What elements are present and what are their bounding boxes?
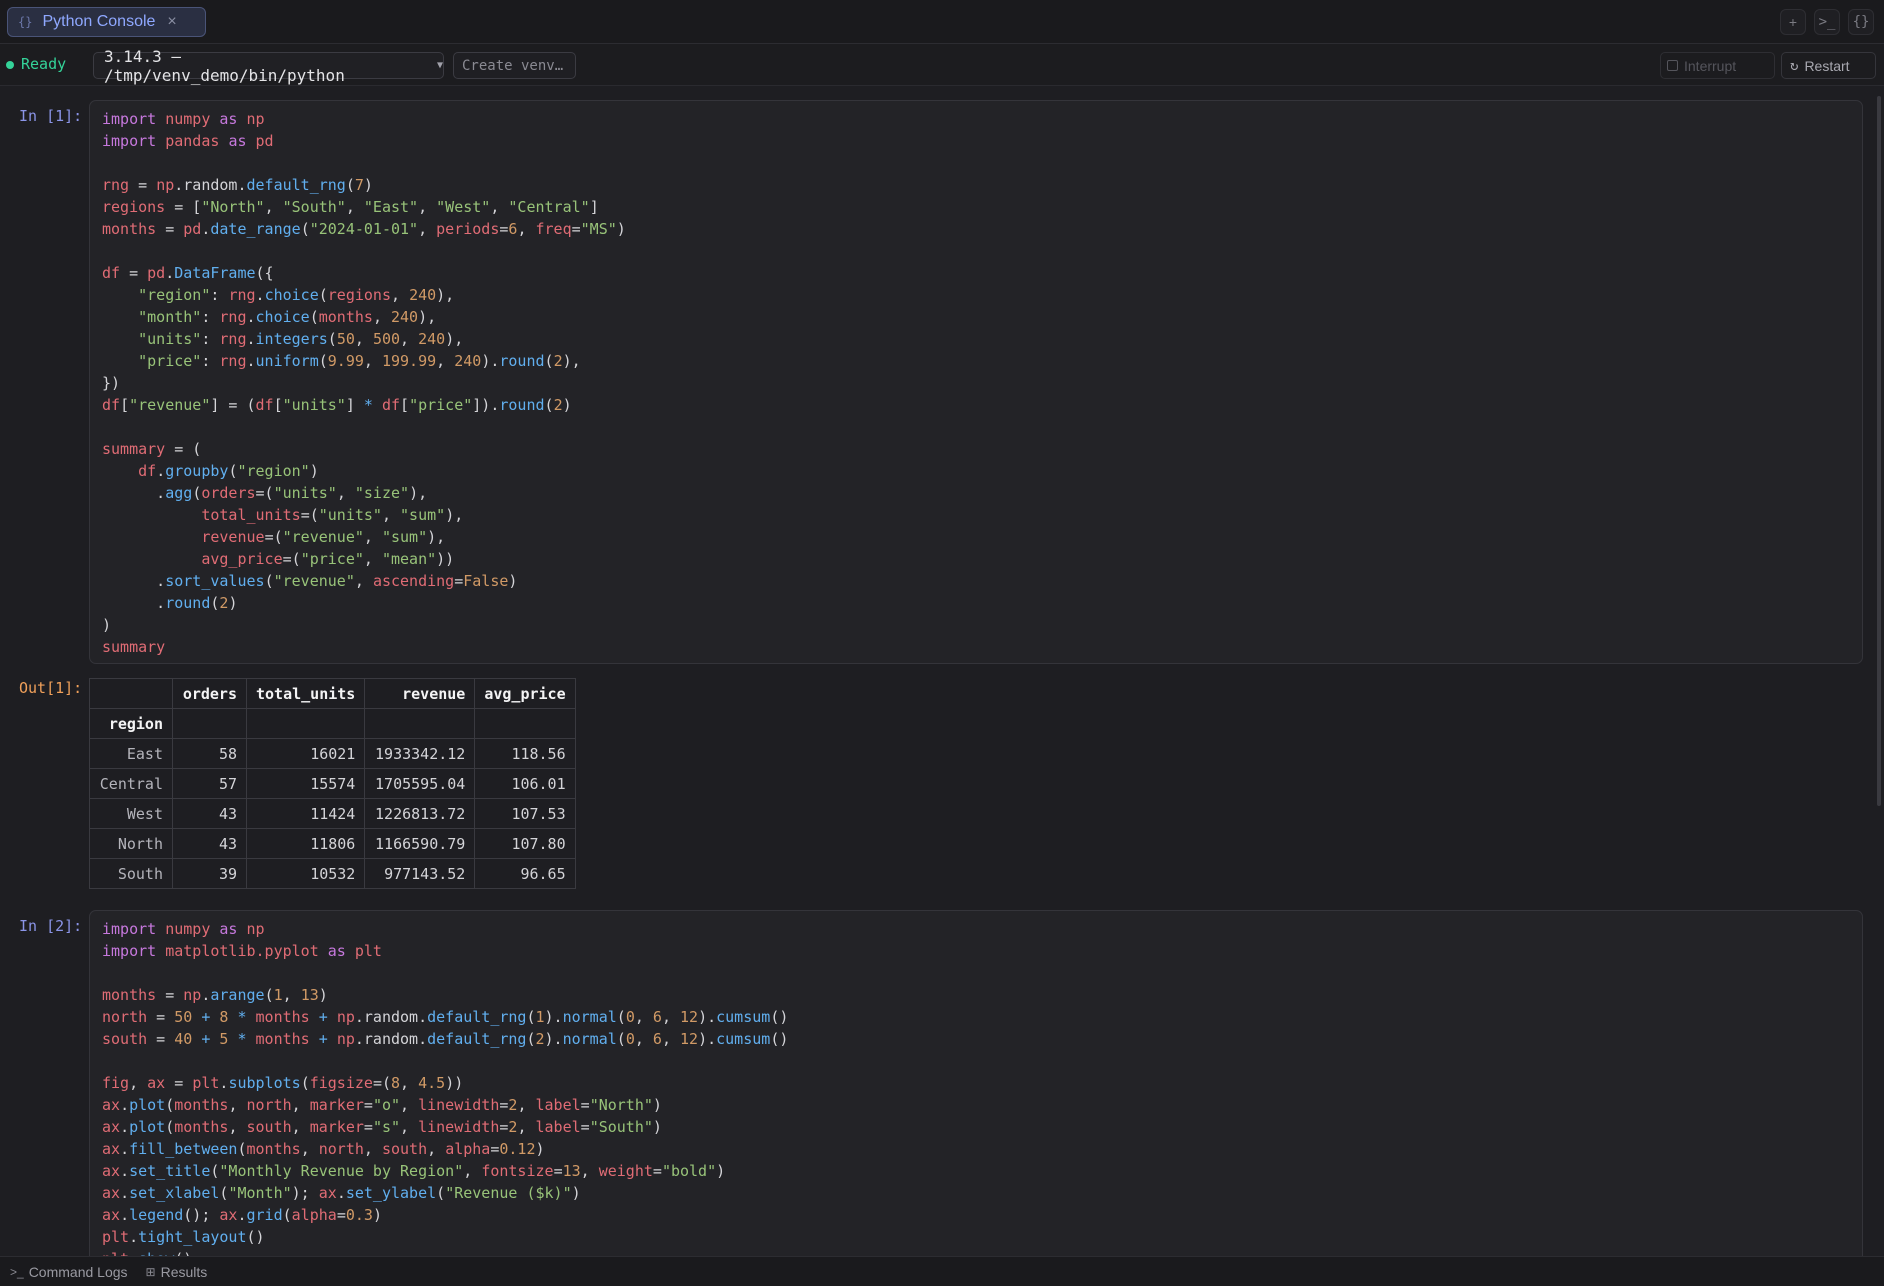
braces-icon[interactable]: {} <box>1848 9 1874 35</box>
cell-orders: 58 <box>172 738 247 769</box>
index-name-row: region <box>89 708 576 739</box>
cell-revenue: 1705595.04 <box>364 768 476 799</box>
table-row: West 43 11424 1226813.72 107.53 <box>89 798 576 829</box>
code-cell-2[interactable]: import numpy as np import matplotlib.pypl… <box>89 910 1863 1256</box>
grid-icon: ⊞ <box>145 1264 156 1279</box>
interrupt-label: Interrupt <box>1684 57 1737 74</box>
scrollbar-thumb[interactable] <box>1877 96 1881 806</box>
interpreter-select[interactable]: 3.14.3 — /tmp/venv_demo/bin/python ▼ <box>93 47 444 85</box>
restart-label: Restart <box>1804 57 1850 74</box>
cell-avg-price: 96.65 <box>474 858 576 889</box>
cell-total-units: 15574 <box>245 768 366 799</box>
index-name: region <box>89 708 173 739</box>
cell-total-units: 10532 <box>245 858 366 889</box>
table-corner <box>89 678 173 709</box>
cell-avg-price: 107.53 <box>474 798 576 829</box>
code-cell-1[interactable]: import numpy as np import pandas as pd rn… <box>89 100 1863 664</box>
terminal-icon: >_ <box>10 1264 24 1279</box>
tab-title: Python Console <box>42 13 156 30</box>
command-logs-button[interactable]: >_ Command Logs <box>10 1264 128 1280</box>
table-row: East 58 16021 1933342.12 118.56 <box>89 738 576 769</box>
cell-avg-price: 107.80 <box>474 828 576 859</box>
command-logs-label: Command Logs <box>28 1263 128 1280</box>
interpreter-label: 3.14.3 — /tmp/venv_demo/bin/python <box>104 46 345 85</box>
output-prompt: Out[1]: <box>19 679 83 697</box>
cell-total-units: 11806 <box>245 828 366 859</box>
table-row: North 43 11806 1166590.79 107.80 <box>89 828 576 859</box>
cell-total-units: 11424 <box>245 798 366 829</box>
cell-orders: 43 <box>172 798 247 829</box>
cell-orders: 43 <box>172 828 247 859</box>
row-index: West <box>89 798 173 829</box>
row-index: North <box>89 828 173 859</box>
column-header: avg_price <box>474 678 576 709</box>
terminal-icon[interactable]: >_ <box>1814 9 1840 35</box>
cell-orders: 39 <box>172 858 247 889</box>
cell-revenue: 1933342.12 <box>364 738 476 769</box>
code-editor[interactable]: import numpy as np import pandas as pd rn… <box>90 101 1862 663</box>
status-dot <box>6 61 14 69</box>
plus-icon[interactable]: + <box>1780 9 1806 35</box>
cell-revenue: 977143.52 <box>364 858 476 889</box>
cell-avg-price: 106.01 <box>474 768 576 799</box>
results-label: Results <box>160 1263 208 1280</box>
cell-prompt: In [2]: <box>19 917 83 935</box>
status-text: Ready <box>21 55 67 73</box>
chevron-down-icon: ▼ <box>436 60 443 71</box>
close-icon[interactable]: × <box>167 13 176 31</box>
dataframe-output: orders total_units revenue avg_price reg… <box>89 678 576 889</box>
bottom-panel-bar: >_ Command Logs ⊞ Results <box>0 1256 1884 1286</box>
restart-button[interactable]: ↻ Restart <box>1781 52 1876 79</box>
results-button[interactable]: ⊞ Results <box>146 1264 208 1280</box>
table-header-row: orders total_units revenue avg_price <box>89 678 576 709</box>
braces-icon: {} <box>18 15 33 29</box>
column-header: revenue <box>364 678 476 709</box>
column-header: orders <box>172 678 247 709</box>
table-row: Central 57 15574 1705595.04 106.01 <box>89 768 576 799</box>
row-index: South <box>89 858 173 889</box>
tab-bar: {} Python Console × + >_ {} <box>0 0 1884 44</box>
row-index: East <box>89 738 173 769</box>
interrupt-button[interactable]: Interrupt <box>1660 52 1775 79</box>
column-header: total_units <box>245 678 366 709</box>
cell-orders: 57 <box>172 768 247 799</box>
restart-icon: ↻ <box>1790 57 1799 74</box>
cell-total-units: 16021 <box>245 738 366 769</box>
stop-icon <box>1667 60 1678 71</box>
create-venv-button[interactable]: Create venv… <box>453 52 576 79</box>
cell-prompt: In [1]: <box>19 107 83 125</box>
code-editor[interactable]: import numpy as np import matplotlib.pypl… <box>90 911 1862 1256</box>
tab-python-console[interactable]: {} Python Console × <box>7 7 206 37</box>
cell-avg-price: 118.56 <box>474 738 576 769</box>
row-index: Central <box>89 768 173 799</box>
cell-revenue: 1166590.79 <box>364 828 476 859</box>
cell-revenue: 1226813.72 <box>364 798 476 829</box>
table-row: South 39 10532 977143.52 96.65 <box>89 858 576 889</box>
